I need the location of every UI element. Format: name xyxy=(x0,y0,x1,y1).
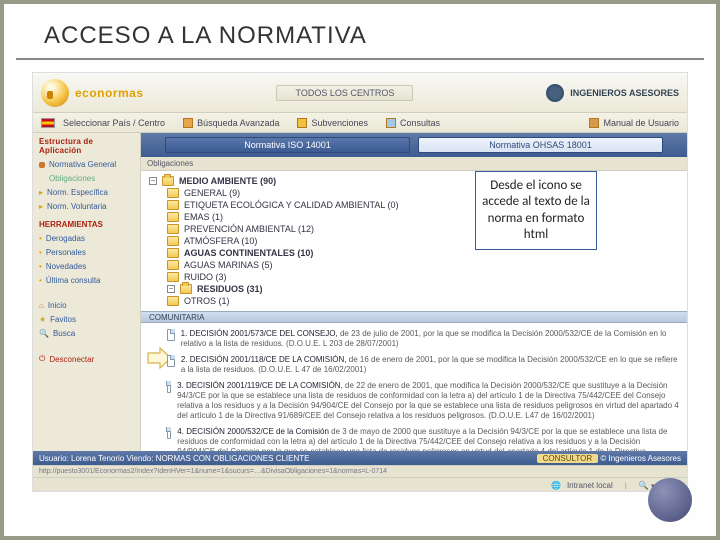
doc-row[interactable]: 2. DECISIÓN 2001/118/CE DE LA COMISIÓN, … xyxy=(167,353,679,379)
page-icon[interactable] xyxy=(167,355,175,367)
sidebar-link-home[interactable]: ⌂Inicio xyxy=(39,301,136,310)
dot-icon: • xyxy=(39,276,42,285)
query-icon xyxy=(386,118,396,128)
search-icon xyxy=(183,118,193,128)
status-role: CONSULTOR xyxy=(537,454,599,463)
logo-icon xyxy=(41,79,69,107)
folder-icon xyxy=(167,260,179,270)
tabs-row: Normativa ISO 14001 Normativa OHSAS 1800… xyxy=(141,133,687,157)
sidebar-section-tools: HERRAMIENTAS xyxy=(39,220,136,229)
tree-item[interactable]: OTROS (1) xyxy=(167,295,679,307)
tree-root[interactable]: − MEDIO AMBIENTE (90) xyxy=(149,175,679,187)
obligations-subtab[interactable]: Obligaciones xyxy=(141,157,687,171)
tree-item[interactable]: AGUAS CONTINENTALES (10) xyxy=(167,247,679,259)
folder-icon xyxy=(167,248,179,258)
sidebar-tool-personal[interactable]: •Personales xyxy=(39,248,136,257)
arrow-icon: ▸ xyxy=(39,202,43,211)
sidebar-tool-news[interactable]: •Novedades xyxy=(39,262,136,271)
dot-icon: • xyxy=(39,234,42,243)
tree-item[interactable]: ATMÓSFERA (10) xyxy=(167,235,679,247)
manual-link[interactable]: Manual de Usuario xyxy=(589,118,679,128)
sidebar: Estructura de Aplicación Normativa Gener… xyxy=(33,133,141,451)
tree-item[interactable]: PREVENCIÓN AMBIENTAL (12) xyxy=(167,223,679,235)
folder-icon xyxy=(167,188,179,198)
brand-name: INGENIEROS ASESORES xyxy=(570,88,679,98)
subsidies-link[interactable]: Subvenciones xyxy=(297,118,368,128)
tree-item[interactable]: RUIDO (3) xyxy=(167,271,679,283)
dot-icon: • xyxy=(39,248,42,257)
sidebar-item-specific[interactable]: ▸Norm. Específica xyxy=(39,188,136,197)
section-comunitaria: COMUNITARIA xyxy=(141,311,687,323)
ie-status-bar: 🌐 Intranet local | 🔍 ▾ 100% xyxy=(33,477,687,492)
tree-item[interactable]: EMAS (1) xyxy=(167,211,679,223)
star-icon: ★ xyxy=(39,315,46,324)
ie-url-bar: http://puesto3001/Econormas2/Index?IdenH… xyxy=(33,465,687,477)
page-icon[interactable] xyxy=(167,427,171,439)
center-tab[interactable]: TODOS LOS CENTROS xyxy=(276,85,413,101)
sidebar-logout[interactable]: ⏻Desconectar xyxy=(39,354,136,364)
doc-row[interactable]: 4. DECISIÓN 2000/532/CE de la Comisión d… xyxy=(167,425,679,451)
sidebar-item-voluntary[interactable]: ▸Norm. Voluntaria xyxy=(39,202,136,211)
callout-box: Desde el icono se accede al texto de la … xyxy=(475,171,597,250)
queries-link[interactable]: Consultas xyxy=(386,118,440,128)
app-toolbar: Seleccionar País / Centro Búsqueda Avanz… xyxy=(33,113,687,133)
app-window: econormas TODOS LOS CENTROS INGENIEROS A… xyxy=(32,72,688,492)
folder-icon xyxy=(180,284,192,294)
collapse-icon[interactable]: − xyxy=(149,177,157,185)
brand-gear-icon xyxy=(546,84,564,102)
globe-icon: 🌐 xyxy=(551,481,561,490)
doc-row[interactable]: 3. DECISIÓN 2001/119/CE DE LA COMISIÓN, … xyxy=(167,379,679,425)
book-icon xyxy=(589,118,599,128)
arrow-icon: ▸ xyxy=(39,188,43,197)
status-left: Usuario: Lorena Tenorio Viendo: NORMAS C… xyxy=(39,454,309,463)
tab-ohsas18001[interactable]: Normativa OHSAS 18001 xyxy=(418,137,663,153)
sidebar-tool-last[interactable]: •Última consulta xyxy=(39,276,136,285)
app-header: econormas TODOS LOS CENTROS INGENIEROS A… xyxy=(33,73,687,113)
status-copyright: © Ingenieros Asesores xyxy=(600,454,681,463)
logo-text: econormas xyxy=(75,86,144,100)
logout-icon: ⏻ xyxy=(39,354,45,364)
tree-item[interactable]: ETIQUETA ECOLÓGICA Y CALIDAD AMBIENTAL (… xyxy=(167,199,679,211)
folder-icon xyxy=(167,224,179,234)
dot-icon: • xyxy=(39,262,42,271)
page-icon[interactable] xyxy=(167,381,171,393)
sidebar-item-general[interactable]: Normativa General xyxy=(39,160,136,169)
zone-label: Intranet local xyxy=(567,481,613,490)
country-selector[interactable]: Seleccionar País / Centro xyxy=(41,118,165,128)
sidebar-section-structure: Estructura de Aplicación xyxy=(39,137,136,155)
home-icon: ⌂ xyxy=(39,301,44,310)
folder-icon xyxy=(162,176,174,186)
folder-icon xyxy=(167,212,179,222)
sidebar-sub-obligations[interactable]: Obligaciones xyxy=(49,174,136,183)
tree-item[interactable]: −RESIDUOS (31) xyxy=(167,283,679,295)
search-glyph-icon: 🔍 xyxy=(39,329,49,338)
folder-icon xyxy=(167,272,179,282)
page-icon[interactable] xyxy=(167,329,175,341)
page-title: ACCESO A LA NORMATIVA xyxy=(44,22,676,50)
doc-row[interactable]: 1. DECISIÓN 2001/573/CE DEL CONSEJO, de … xyxy=(167,327,679,353)
sidebar-link-fav[interactable]: ★Favitos xyxy=(39,315,136,324)
status-bar: Usuario: Lorena Tenorio Viendo: NORMAS C… xyxy=(33,451,687,465)
euro-icon xyxy=(297,118,307,128)
flag-es-icon xyxy=(41,118,55,128)
sidebar-link-search[interactable]: 🔍Busca xyxy=(39,329,136,338)
tree-pane: Desde el icono se accede al texto de la … xyxy=(141,171,687,451)
advanced-search[interactable]: Búsqueda Avanzada xyxy=(183,118,279,128)
folder-icon xyxy=(167,236,179,246)
collapse-icon[interactable]: − xyxy=(167,285,175,293)
tree-item[interactable]: AGUAS MARINAS (5) xyxy=(167,259,679,271)
decorative-circle xyxy=(648,478,692,522)
folder-icon xyxy=(167,200,179,210)
folder-icon xyxy=(167,296,179,306)
sidebar-tool-repealed[interactable]: •Derogadas xyxy=(39,234,136,243)
tree-item[interactable]: GENERAL (9) xyxy=(167,187,679,199)
tab-iso14001[interactable]: Normativa ISO 14001 xyxy=(165,137,410,153)
